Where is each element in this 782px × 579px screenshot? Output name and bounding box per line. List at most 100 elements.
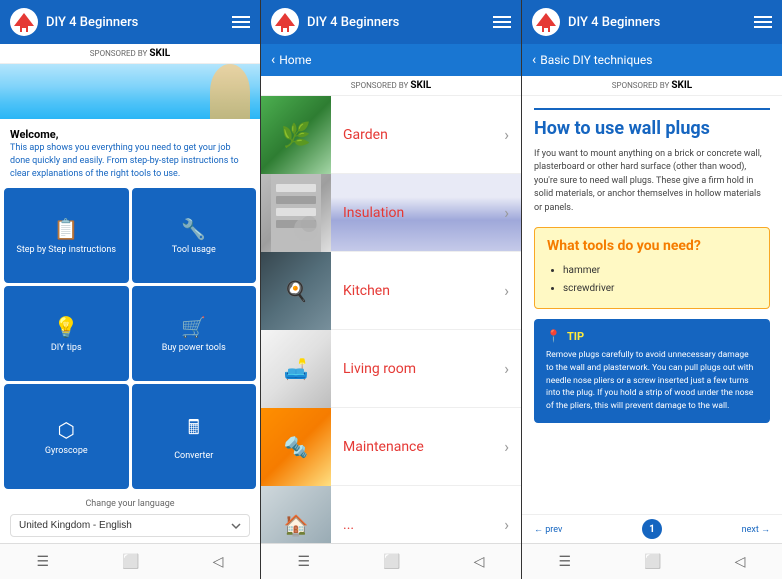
cat-arrow-kitchen: ›: [504, 281, 521, 300]
tip-header: 📍 TIP: [546, 329, 758, 343]
back-arrow-article: ‹: [532, 52, 536, 68]
nav-menu-cats[interactable]: ☰: [290, 550, 319, 574]
sponsored-bar-cats: SPONSORED BY SKIL: [261, 76, 521, 96]
tool-icon: 🔧: [181, 217, 206, 241]
nav-menu-home[interactable]: ☰: [29, 550, 58, 574]
language-label: Change your language: [10, 499, 250, 509]
nav-back-icon: ◁: [213, 554, 224, 570]
welcome-section: Welcome, This app shows you everything y…: [0, 119, 260, 184]
header-left-cats: DIY 4 Beginners: [271, 8, 399, 36]
nav-menu-icon-cats: ☰: [298, 554, 311, 570]
nav-back-icon-cats: ◁: [474, 554, 485, 570]
cat-name-maintenance: Maintenance: [331, 439, 504, 455]
tool-item-screwdriver: screwdriver: [563, 280, 757, 298]
skil-logo-article: SKIL: [671, 80, 692, 91]
back-label-cats[interactable]: Home: [279, 53, 311, 67]
btn-gyroscope[interactable]: ⬡ Gyroscope: [4, 384, 129, 489]
cat-arrow-living-room: ›: [504, 359, 521, 378]
shop-icon: 🛒: [181, 315, 206, 339]
skil-logo-cats: SKIL: [410, 80, 431, 91]
article-logo: [532, 8, 560, 36]
cat-name-insulation: Insulation: [331, 205, 504, 221]
tools-list: hammer screwdriver: [547, 262, 757, 298]
header-article: DIY 4 Beginners: [522, 0, 782, 44]
btn-shop-label: Buy power tools: [162, 343, 226, 353]
nav-back-home[interactable]: ◁: [205, 550, 232, 574]
nav-menu-icon-article: ☰: [559, 554, 572, 570]
btn-tip-label: DIY tips: [51, 343, 82, 353]
cats-logo: [271, 8, 299, 36]
step-icon: 📋: [54, 217, 79, 241]
header-title-article: DIY 4 Beginners: [568, 15, 660, 30]
header-left-home: DIY 4 Beginners: [10, 8, 138, 36]
thumb-maintenance: 🔩: [261, 408, 331, 486]
sponsored-text-article: SPONSORED BY: [612, 81, 670, 90]
bottom-nav-article: ☰ ⬜ ◁: [522, 543, 782, 579]
article-content: SPONSORED BY SKIL How to use wall plugs …: [522, 76, 782, 543]
prev-button[interactable]: ← prev: [534, 524, 562, 535]
welcome-image: [0, 64, 260, 119]
nav-home-icon-article: ⬜: [644, 554, 661, 570]
menu-button-cats[interactable]: [493, 16, 511, 28]
nav-home-home[interactable]: ⬜: [114, 550, 147, 574]
language-section: Change your language United Kingdom - En…: [0, 493, 260, 543]
sponsored-text: SPONSORED BY: [90, 49, 148, 58]
cats-content: SPONSORED BY SKIL 🌿 Garden ›: [261, 76, 521, 543]
article-title: How to use wall plugs: [534, 118, 770, 140]
btn-converter[interactable]: 🖩 Converter: [132, 384, 257, 489]
nav-back-article[interactable]: ◁: [727, 550, 754, 574]
screen-categories: DIY 4 Beginners ‹ Home SPONSORED BY SKIL…: [261, 0, 522, 579]
btn-tool-usage[interactable]: 🔧 Tool usage: [132, 188, 257, 283]
nav-menu-article[interactable]: ☰: [551, 550, 580, 574]
step-badge: 1: [642, 519, 662, 539]
back-arrow-cats: ‹: [271, 52, 275, 68]
menu-button-article[interactable]: [754, 16, 772, 28]
grid-buttons: 📋 Step by Step instructions 🔧 Tool usage…: [0, 184, 260, 493]
header-title-home: DIY 4 Beginners: [46, 15, 138, 30]
person-silhouette: [210, 64, 250, 119]
category-garden[interactable]: 🌿 Garden ›: [261, 96, 521, 174]
calc-icon: 🖩: [188, 413, 200, 447]
tip-icon: 💡: [54, 315, 79, 339]
article-body-text: If you want to mount anything on a brick…: [534, 148, 770, 216]
cat-arrow-insulation: ›: [504, 203, 521, 222]
category-living-room[interactable]: 🛋️ Living room ›: [261, 330, 521, 408]
menu-button-home[interactable]: [232, 16, 250, 28]
btn-buy-tools[interactable]: 🛒 Buy power tools: [132, 286, 257, 381]
header-home: DIY 4 Beginners: [0, 0, 260, 44]
btn-gyro-label: Gyroscope: [45, 446, 88, 456]
btn-step-by-step[interactable]: 📋 Step by Step instructions: [4, 188, 129, 283]
nav-home-article[interactable]: ⬜: [636, 550, 669, 574]
nav-home-icon-cats: ⬜: [383, 554, 400, 570]
home-content: SPONSORED BY SKIL Welcome, This app show…: [0, 44, 260, 543]
skil-logo: SKIL: [149, 48, 170, 59]
thumb-garden: 🌿: [261, 96, 331, 174]
next-button[interactable]: next →: [742, 524, 770, 535]
tool-item-hammer: hammer: [563, 262, 757, 280]
article-body: How to use wall plugs If you want to mou…: [522, 96, 782, 514]
back-label-article[interactable]: Basic DIY techniques: [540, 53, 652, 67]
language-select[interactable]: United Kingdom - English: [10, 514, 250, 537]
category-maintenance[interactable]: 🔩 Maintenance ›: [261, 408, 521, 486]
category-kitchen[interactable]: 🍳 Kitchen ›: [261, 252, 521, 330]
cat-arrow-maintenance: ›: [504, 437, 521, 456]
nav-back-icon-article: ◁: [735, 554, 746, 570]
nav-home-cats[interactable]: ⬜: [375, 550, 408, 574]
welcome-title: Welcome,: [10, 127, 250, 142]
category-more[interactable]: 🏠 ... ›: [261, 486, 521, 543]
header-categories: DIY 4 Beginners: [261, 0, 521, 44]
category-list: 🌿 Garden ›: [261, 96, 521, 543]
article-separator: [534, 108, 770, 110]
thumb-living-room: 🛋️: [261, 330, 331, 408]
header-left-article: DIY 4 Beginners: [532, 8, 660, 36]
bottom-nav-cats: ☰ ⬜ ◁: [261, 543, 521, 579]
article-nav: ← prev 1 next →: [522, 514, 782, 543]
nav-back-cats[interactable]: ◁: [466, 550, 493, 574]
btn-diy-tips[interactable]: 💡 DIY tips: [4, 286, 129, 381]
sub-header-cats: ‹ Home: [261, 44, 521, 76]
thumb-kitchen: 🍳: [261, 252, 331, 330]
btn-tool-label: Tool usage: [172, 245, 216, 255]
header-title-cats: DIY 4 Beginners: [307, 15, 399, 30]
tools-box-title: What tools do you need?: [547, 238, 757, 254]
category-insulation[interactable]: Insulation ›: [261, 174, 521, 252]
